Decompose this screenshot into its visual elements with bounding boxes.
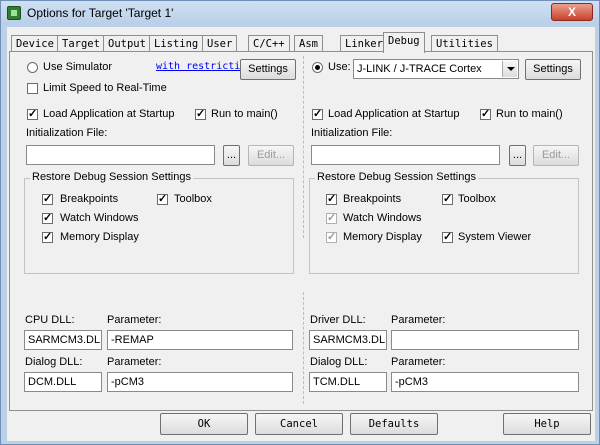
left-browse-button[interactable]: ... <box>223 145 240 166</box>
right-memory-display-checkbox <box>326 230 337 243</box>
right-init-file-input[interactable] <box>311 145 500 165</box>
driver-param-label: Parameter: <box>391 314 446 326</box>
left-watch-windows-label: Watch Windows <box>60 212 139 224</box>
use-debugger-label: Use: <box>328 61 351 73</box>
system-viewer-checkbox[interactable] <box>442 230 453 243</box>
right-run-to-main-checkbox[interactable] <box>480 107 491 120</box>
tab-linker[interactable]: Linker <box>340 35 388 52</box>
options-dialog: Options for Target 'Target 1' X Device T… <box>0 0 600 445</box>
right-breakpoints-label: Breakpoints <box>343 193 402 205</box>
tab-output[interactable]: Output <box>103 35 151 52</box>
help-button[interactable]: Help <box>503 413 591 435</box>
left-load-app-label: Load Application at Startup <box>43 108 175 120</box>
left-restore-group-title: Restore Debug Session Settings <box>30 171 193 183</box>
tab-listing[interactable]: Listing <box>149 35 204 52</box>
left-init-file-input[interactable] <box>26 145 215 165</box>
left-edit-button[interactable]: Edit... <box>248 145 294 166</box>
right-dialog-dll-input[interactable]: TCM.DLL <box>309 372 387 392</box>
right-restore-group-title: Restore Debug Session Settings <box>315 171 478 183</box>
right-toolbox-checkbox[interactable] <box>442 192 453 205</box>
right-run-to-main-label: Run to main() <box>496 108 563 120</box>
defaults-button[interactable]: Defaults <box>350 413 438 435</box>
right-edit-button[interactable]: Edit... <box>533 145 579 166</box>
tab-user[interactable]: User <box>202 35 238 52</box>
right-dialog-param-label: Parameter: <box>391 356 446 368</box>
simulator-settings-button[interactable]: Settings <box>240 59 296 80</box>
right-breakpoints-checkbox[interactable] <box>326 192 337 205</box>
window-title: Options for Target 'Target 1' <box>27 6 174 20</box>
driver-dll-label: Driver DLL: <box>310 314 366 326</box>
debugger-select-value: J-LINK / J-TRACE Cortex <box>357 63 482 75</box>
tab-target[interactable]: Target <box>57 35 105 52</box>
right-toolbox-label: Toolbox <box>458 193 496 205</box>
close-button[interactable]: X <box>551 3 593 21</box>
left-run-to-main-label: Run to main() <box>211 108 278 120</box>
left-memory-display-label: Memory Display <box>60 231 139 243</box>
use-simulator-label: Use Simulator <box>43 61 113 73</box>
right-watch-windows-label: Watch Windows <box>343 212 422 224</box>
dialog-client: Device Target Output Listing User C/C++ … <box>7 27 595 441</box>
ok-button[interactable]: OK <box>160 413 248 435</box>
left-run-to-main-checkbox[interactable] <box>195 107 206 120</box>
left-watch-windows-checkbox[interactable] <box>42 211 53 224</box>
use-debugger-radio[interactable] <box>312 62 323 73</box>
left-toolbox-checkbox[interactable] <box>157 192 168 205</box>
tab-debug[interactable]: Debug <box>383 32 425 53</box>
column-divider-lower <box>303 292 304 404</box>
tab-strip: Device Target Output Listing User C/C++ … <box>9 32 593 53</box>
right-dialog-dll-label: Dialog DLL: <box>310 356 368 368</box>
tab-utilities[interactable]: Utilities <box>431 35 498 52</box>
column-divider <box>303 56 304 238</box>
left-breakpoints-checkbox[interactable] <box>42 192 53 205</box>
right-memory-display-label: Memory Display <box>343 231 422 243</box>
left-memory-display-checkbox[interactable] <box>42 230 53 243</box>
limit-speed-label: Limit Speed to Real-Time <box>43 82 167 94</box>
left-toolbox-label: Toolbox <box>174 193 212 205</box>
left-dialog-dll-label: Dialog DLL: <box>25 356 83 368</box>
right-init-file-label: Initialization File: <box>311 127 393 139</box>
system-viewer-label: System Viewer <box>458 231 532 243</box>
tab-c-cpp[interactable]: C/C++ <box>248 35 290 52</box>
limit-speed-checkbox[interactable] <box>27 83 38 94</box>
cancel-button[interactable]: Cancel <box>255 413 343 435</box>
cpu-param-label: Parameter: <box>107 314 162 326</box>
title-bar: Options for Target 'Target 1' X <box>1 1 599 25</box>
right-load-app-checkbox[interactable] <box>312 107 323 120</box>
left-init-file-label: Initialization File: <box>26 127 108 139</box>
debug-panel: Use Simulator with restrictions Settings… <box>9 51 593 411</box>
cpu-param-input[interactable]: -REMAP <box>107 330 293 350</box>
right-load-app-label: Load Application at Startup <box>328 108 460 120</box>
left-breakpoints-label: Breakpoints <box>60 193 119 205</box>
debugger-settings-button[interactable]: Settings <box>525 59 581 80</box>
use-simulator-radio[interactable] <box>27 62 38 73</box>
tab-asm[interactable]: Asm <box>294 35 323 52</box>
tab-device[interactable]: Device <box>11 35 59 52</box>
left-dialog-param-label: Parameter: <box>107 356 162 368</box>
cpu-dll-label: CPU DLL: <box>25 314 75 326</box>
left-load-app-checkbox[interactable] <box>27 107 38 120</box>
left-dialog-param-input[interactable]: -pCM3 <box>107 372 293 392</box>
right-dialog-param-input[interactable]: -pCM3 <box>391 372 579 392</box>
left-dialog-dll-input[interactable]: DCM.DLL <box>24 372 102 392</box>
app-icon <box>7 6 21 20</box>
right-watch-windows-checkbox <box>326 211 337 224</box>
driver-dll-input[interactable]: SARMCM3.DLL <box>309 330 387 350</box>
chevron-down-icon[interactable] <box>502 61 517 77</box>
right-browse-button[interactable]: ... <box>509 145 526 166</box>
driver-param-input[interactable] <box>391 330 579 350</box>
cpu-dll-input[interactable]: SARMCM3.DLL <box>24 330 102 350</box>
debugger-select[interactable]: J-LINK / J-TRACE Cortex <box>353 59 519 79</box>
